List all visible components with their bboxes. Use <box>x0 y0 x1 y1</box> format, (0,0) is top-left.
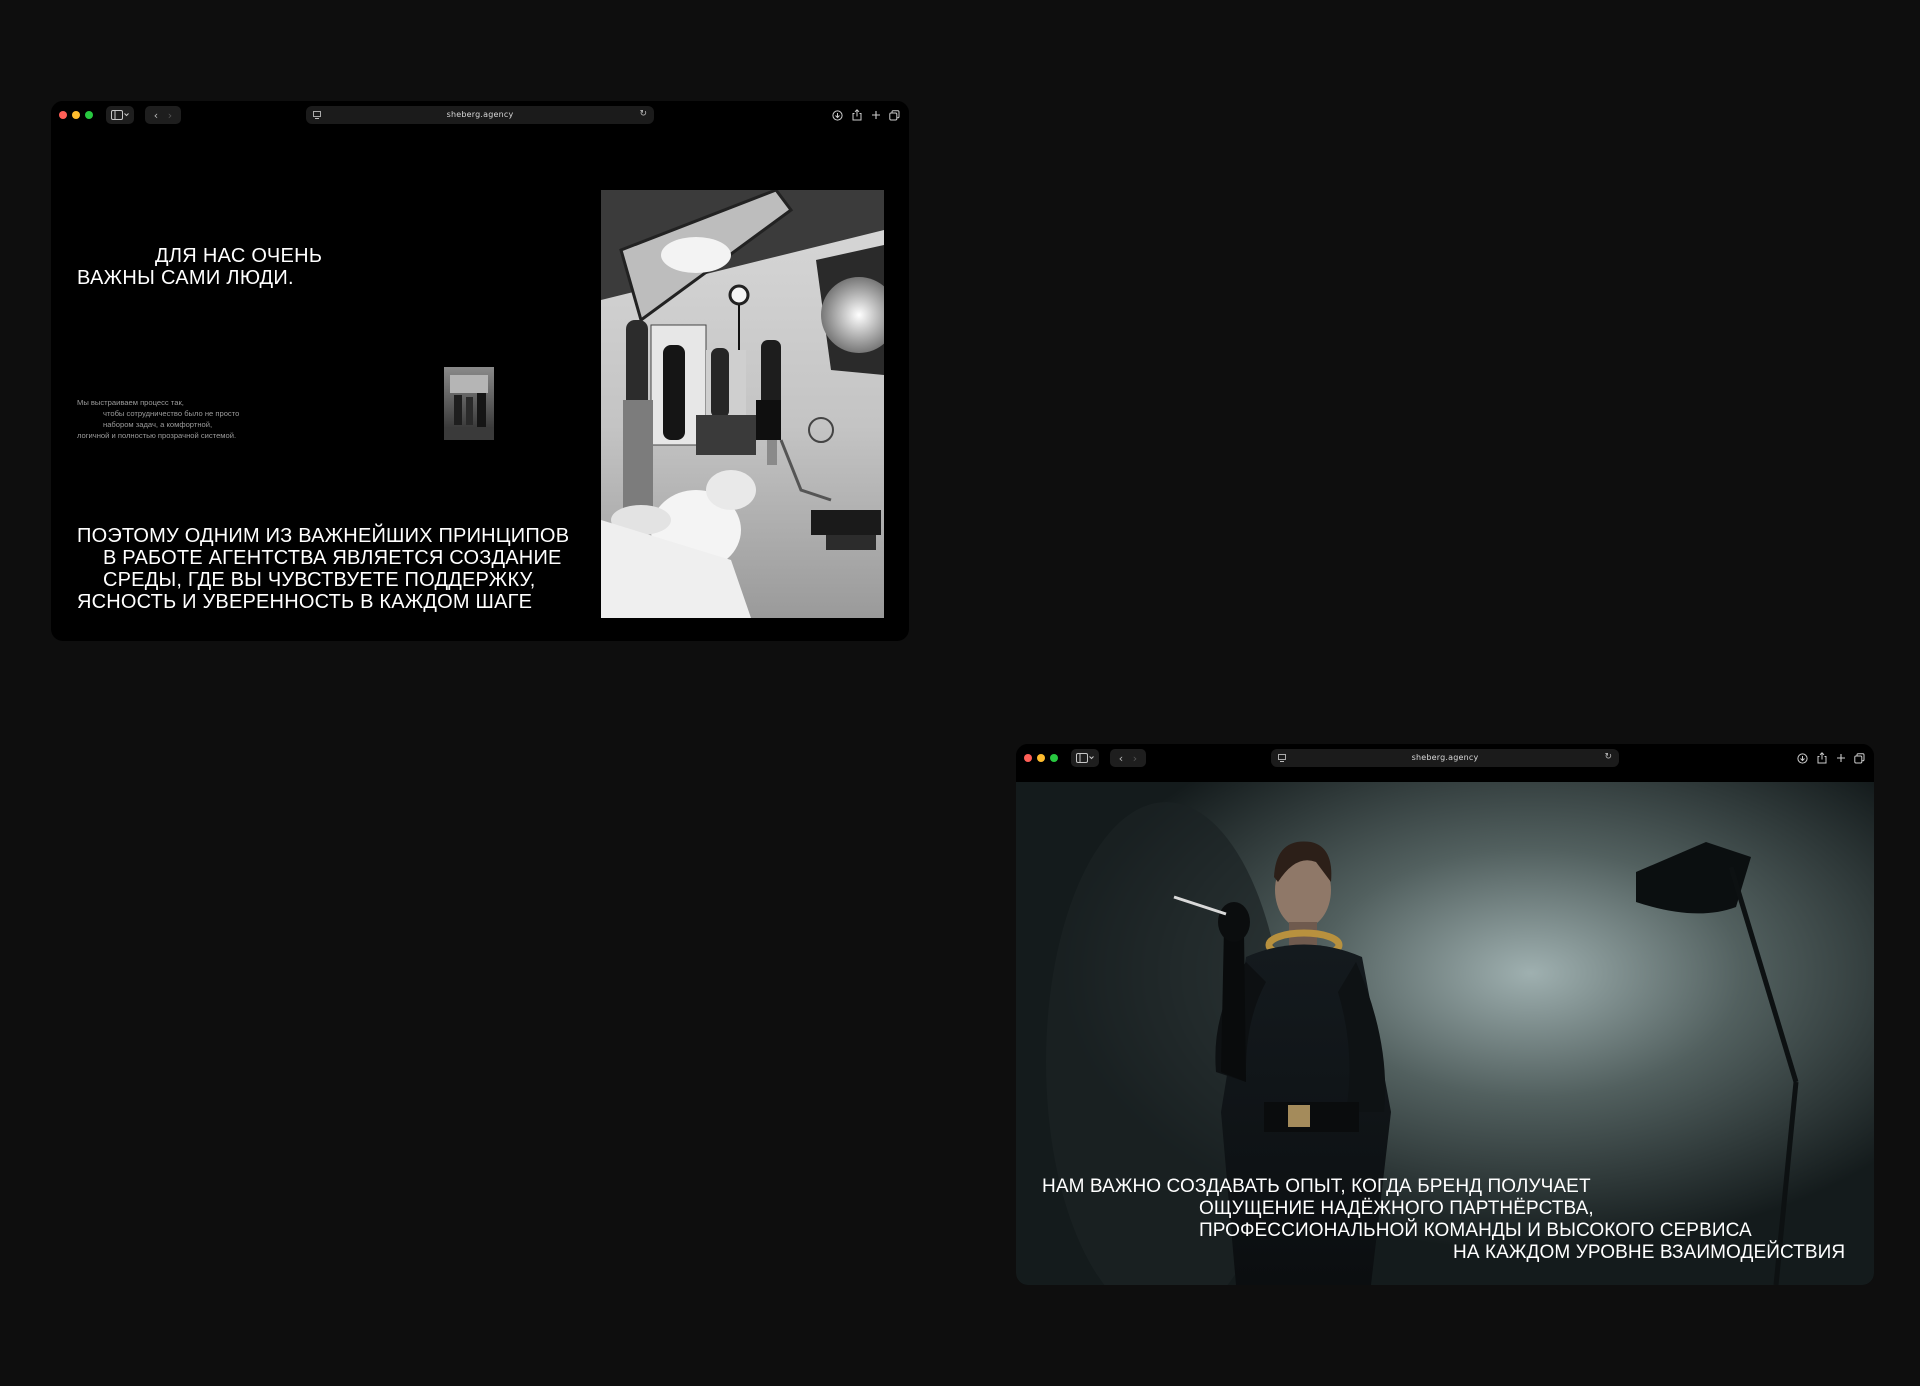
paragraph-line: логичной и полностью прозрачной системой… <box>77 431 237 440</box>
paragraph-line: Мы выстраиваем процесс так, <box>77 398 184 407</box>
hero-line: НА КАЖДОМ УРОВНЕ ВЗАИМОДЕЙСТВИЯ <box>1453 1242 1846 1263</box>
plus-icon[interactable] <box>869 106 882 124</box>
heading-line: ДЛЯ НАС ОЧЕНЬ <box>155 245 323 267</box>
zoom-button[interactable] <box>1050 754 1058 762</box>
principle-heading: ПОЭТОМУ ОДНИМ ИЗ ВАЖНЕЙШИХ ПРИНЦИПОВ В Р… <box>77 525 569 613</box>
navigation-buttons: ‹ › <box>145 106 181 124</box>
heading-line: В РАБОТЕ АГЕНТСТВА ЯВЛЯЕТСЯ СОЗДАНИЕ <box>103 547 562 569</box>
address-bar[interactable]: sheberg.agency ↻ <box>1271 749 1619 767</box>
share-icon[interactable] <box>850 106 863 124</box>
paragraph-line: набором задач, а комфортной, <box>103 420 213 429</box>
thumbnail-photo <box>444 367 494 440</box>
hero-line: ОЩУЩЕНИЕ НАДЁЖНОГО ПАРТНЁРСТВА, <box>1199 1198 1594 1219</box>
share-icon[interactable] <box>1815 749 1828 767</box>
reload-icon[interactable]: ↻ <box>639 109 647 119</box>
studio-photo <box>601 190 884 618</box>
navigation-buttons: ‹ › <box>1110 749 1146 767</box>
sidebar-icon <box>111 110 129 120</box>
browser-window-bottom: ‹ › sheberg.agency ↻ НАМ ВАЖНО СОЗДАВАТЬ… <box>1016 744 1874 1285</box>
plus-icon[interactable] <box>1834 749 1847 767</box>
body-paragraph: Мы выстраиваем процесс так, чтобы сотруд… <box>77 397 239 441</box>
url-text: sheberg.agency <box>446 110 514 119</box>
section-heading: ДЛЯ НАС ОЧЕНЬ ВАЖНЫ САМИ ЛЮДИ. <box>77 245 322 289</box>
url-text: sheberg.agency <box>1411 753 1479 762</box>
close-button[interactable] <box>59 111 67 119</box>
download-icon[interactable] <box>1796 749 1809 767</box>
toolbar-actions <box>1796 749 1866 767</box>
heading-line: ЯСНОСТЬ И УВЕРЕННОСТЬ В КАЖДОМ ШАГЕ <box>77 591 533 613</box>
hero-line: ПРОФЕССИОНАЛЬНОЙ КОМАНДЫ И ВЫСОКОГО СЕРВ… <box>1199 1220 1752 1241</box>
hero-line: НАМ ВАЖНО СОЗДАВАТЬ ОПЫТ, КОГДА БРЕНД ПО… <box>1042 1176 1591 1197</box>
tabs-overview-icon[interactable] <box>1853 749 1866 767</box>
address-bar[interactable]: sheberg.agency ↻ <box>306 106 654 124</box>
sidebar-toggle-button[interactable] <box>1071 749 1099 767</box>
sidebar-icon <box>1076 753 1094 763</box>
heading-line: ВАЖНЫ САМИ ЛЮДИ. <box>77 267 294 289</box>
close-button[interactable] <box>1024 754 1032 762</box>
heading-line: СРЕДЫ, ГДЕ ВЫ ЧУВСТВУЕТЕ ПОДДЕРЖКУ, <box>103 569 536 591</box>
page-content: НАМ ВАЖНО СОЗДАВАТЬ ОПЫТ, КОГДА БРЕНД ПО… <box>1016 772 1874 1285</box>
minimize-button[interactable] <box>1037 754 1045 762</box>
paragraph-line: чтобы сотрудничество было не просто <box>103 409 240 418</box>
hero-text: НАМ ВАЖНО СОЗДАВАТЬ ОПЫТ, КОГДА БРЕНД ПО… <box>1042 1176 1850 1264</box>
toolbar-actions <box>831 106 901 124</box>
page-content: ДЛЯ НАС ОЧЕНЬ ВАЖНЫ САМИ ЛЮДИ. Мы выстра… <box>51 129 909 641</box>
tabs-overview-icon[interactable] <box>888 106 901 124</box>
chevron-right-icon[interactable]: › <box>168 109 172 122</box>
browser-window-top: ‹ › sheberg.agency ↻ ДЛЯ НАС ОЧЕНЬ ВАЖНЫ… <box>51 101 909 641</box>
chevron-left-icon[interactable]: ‹ <box>154 109 158 122</box>
zoom-button[interactable] <box>85 111 93 119</box>
heading-line: ПОЭТОМУ ОДНИМ ИЗ ВАЖНЕЙШИХ ПРИНЦИПОВ <box>77 525 570 547</box>
titlebar: ‹ › sheberg.agency ↻ <box>1016 744 1874 772</box>
reload-icon[interactable]: ↻ <box>1604 752 1612 762</box>
download-icon[interactable] <box>831 106 844 124</box>
chevron-right-icon[interactable]: › <box>1133 752 1137 765</box>
sidebar-toggle-button[interactable] <box>106 106 134 124</box>
titlebar: ‹ › sheberg.agency ↻ <box>51 101 909 129</box>
chevron-left-icon[interactable]: ‹ <box>1119 752 1123 765</box>
minimize-button[interactable] <box>72 111 80 119</box>
